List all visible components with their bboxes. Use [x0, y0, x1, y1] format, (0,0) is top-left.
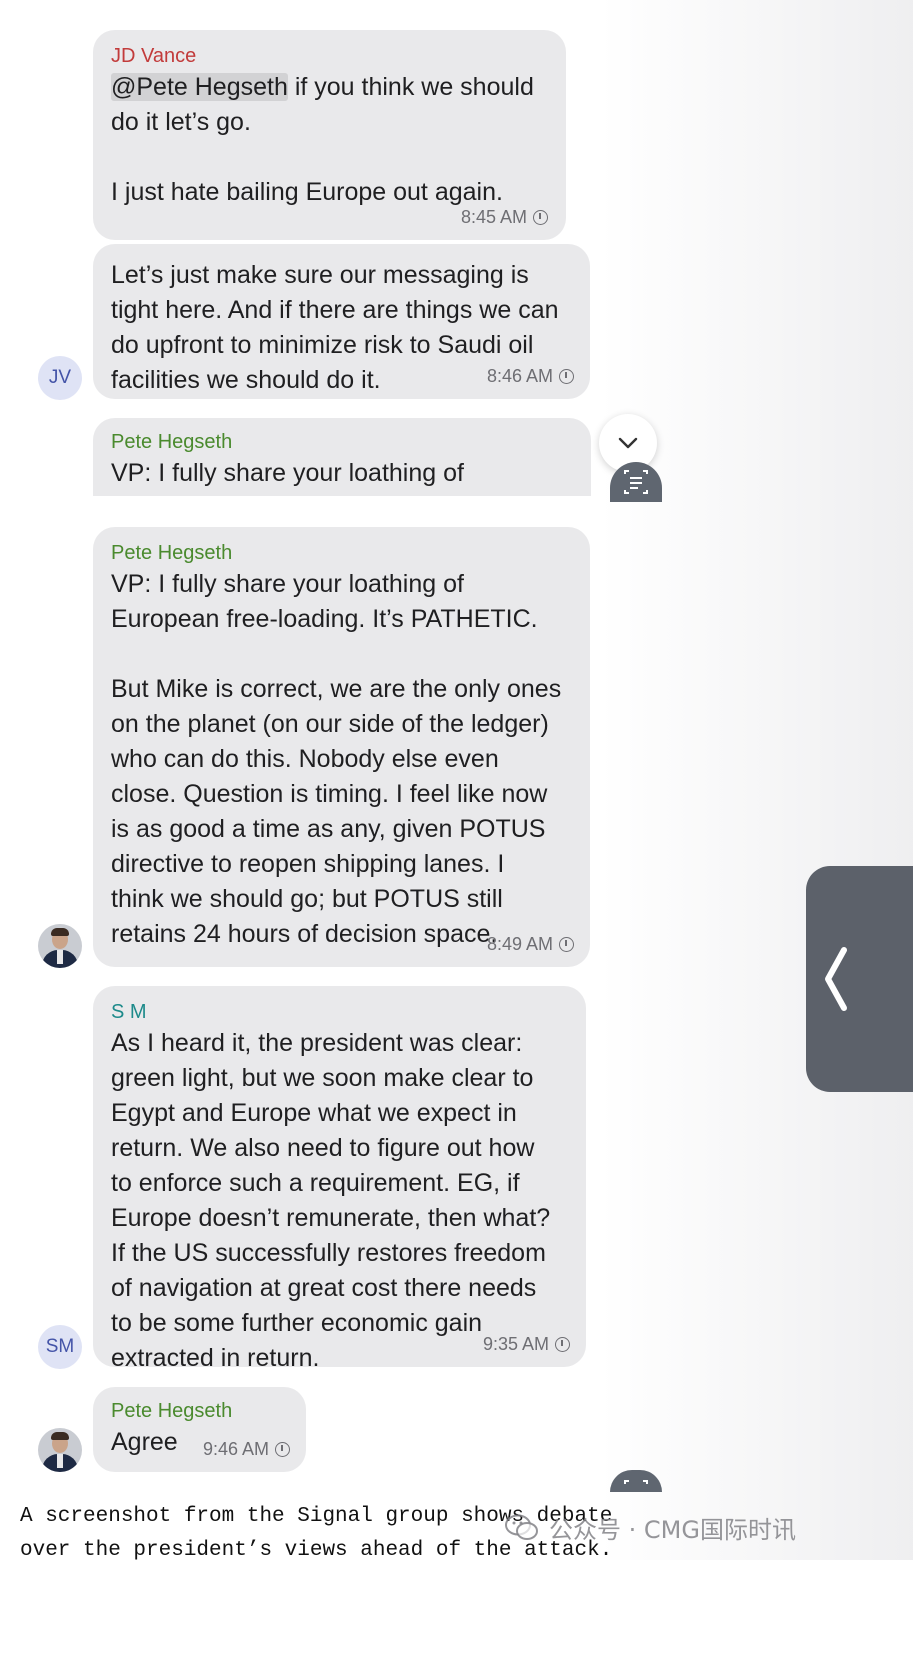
- message-bubble-s-m: S M As I heard it, the president was cle…: [93, 986, 586, 1372]
- sender-name: Pete Hegseth: [111, 1400, 233, 1422]
- clock-icon: [275, 1442, 290, 1457]
- message-bubble-jd-vance-2: Let’s just make sure our messaging is ti…: [93, 244, 590, 399]
- clock-icon: [559, 369, 574, 384]
- watermark-text: 公众号 · CMG国际时讯: [549, 1516, 796, 1544]
- chevron-left-icon: [825, 947, 847, 1011]
- message-time: 8:45 AM: [461, 207, 548, 228]
- page-shade: [600, 0, 913, 1560]
- time-label: 8:49 AM: [486, 934, 553, 954]
- clipped-message-preview: Pete Hegseth VP: I fully share your loat…: [93, 418, 591, 496]
- avatar-pete-hegseth[interactable]: [38, 1428, 82, 1472]
- clock-icon: [555, 1337, 570, 1352]
- sender-name: Pete Hegseth: [111, 431, 233, 453]
- message-time: 8:46 AM: [487, 366, 574, 387]
- message-text: As I heard it, the president was clear: …: [111, 1029, 551, 1372]
- clock-icon: [533, 210, 548, 225]
- message-time: 8:49 AM: [487, 934, 574, 955]
- message-bubble-pete-hegseth-agree: Pete Hegseth Agree 9:46 AM: [93, 1387, 306, 1472]
- mention-pete-hegseth[interactable]: @Pete Hegseth: [111, 73, 288, 101]
- message-time: 9:35 AM: [483, 1334, 570, 1355]
- message-text: @Pete Hegseth if you think we should do …: [111, 70, 548, 210]
- sender-name: Pete Hegseth: [111, 542, 233, 564]
- side-panel-toggle[interactable]: [806, 866, 913, 1092]
- clock-icon: [559, 937, 574, 952]
- time-label: 9:35 AM: [482, 1334, 549, 1354]
- message-bubble-pete-hegseth-clipped: Pete Hegseth VP: I fully share your loat…: [93, 418, 591, 496]
- message-bubble-jd-vance: JD Vance @Pete Hegseth if you think we s…: [93, 30, 566, 240]
- message-text: VP: I fully share your loathing of Europ…: [111, 570, 562, 948]
- watermark: 公众号 · CMG国际时讯: [505, 1510, 796, 1545]
- chevron-down-icon: [618, 437, 638, 449]
- time-label: 8:46 AM: [486, 366, 553, 386]
- message-text: Agree: [111, 1428, 178, 1456]
- message-text: VP: I fully share your loathing of Europ…: [111, 459, 538, 496]
- avatar-jv[interactable]: JV: [38, 356, 82, 400]
- avatar-pete-hegseth[interactable]: [38, 924, 82, 968]
- avatar-sm[interactable]: SM: [38, 1325, 82, 1369]
- time-label: 8:45 AM: [460, 207, 527, 227]
- wechat-icon: [505, 1514, 538, 1540]
- message-bubble-pete-hegseth: Pete Hegseth VP: I fully share your loat…: [93, 527, 590, 967]
- message-time: 9:46 AM: [203, 1439, 290, 1460]
- sender-name: S M: [111, 1001, 147, 1023]
- sender-name: JD Vance: [111, 45, 197, 67]
- time-label: 9:46 AM: [202, 1439, 269, 1459]
